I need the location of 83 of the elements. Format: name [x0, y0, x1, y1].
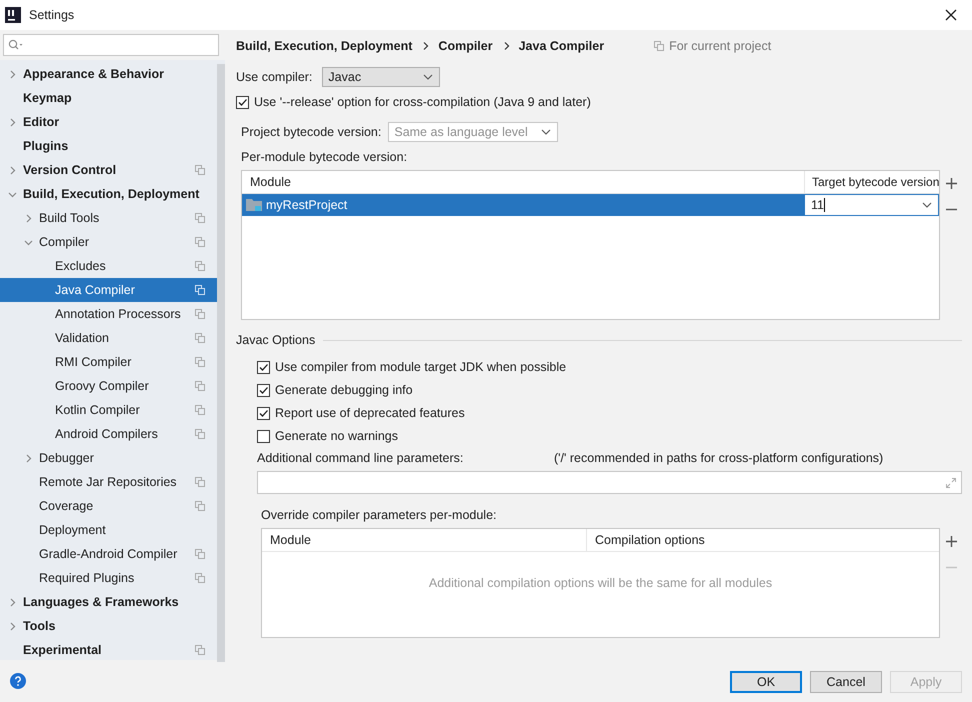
tree-item[interactable]: Annotation Processors — [0, 302, 217, 326]
tree-item[interactable]: Build, Execution, Deployment — [0, 182, 217, 206]
tree-item[interactable]: Experimental — [0, 638, 217, 662]
tree-item[interactable]: Groovy Compiler — [0, 374, 217, 398]
app-icon — [5, 7, 21, 23]
checkbox-label: Report use of deprecated features — [275, 406, 465, 420]
help-icon[interactable] — [10, 673, 26, 689]
parameters-field[interactable] — [257, 471, 962, 494]
dialog-button[interactable]: OK — [730, 670, 802, 692]
empty-text: Additional compilation options will be the same for all modules — [428, 576, 772, 590]
checkbox-label: Use compiler from module target JDK when possible — [275, 360, 566, 374]
add-icon[interactable] — [946, 178, 956, 189]
breadcrumb-item[interactable]: Compiler — [438, 39, 493, 53]
tree-item[interactable]: Kotlin Compiler — [0, 398, 217, 422]
field-label: Project bytecode version: — [241, 125, 382, 139]
tree-item[interactable]: Compiler — [0, 230, 217, 254]
caret-icon — [922, 202, 932, 208]
chevron-down-icon[interactable] — [24, 238, 33, 246]
tree-item[interactable]: Languages & Frameworks — [0, 590, 217, 614]
hint-text: ('/' recommended in paths for cross-platform configurations) — [554, 451, 884, 465]
tree-item[interactable]: Editor — [0, 110, 217, 134]
tree-item[interactable]: Plugins — [0, 134, 217, 158]
chevron-right-icon[interactable] — [8, 598, 17, 606]
checkbox-label: Generate no warnings — [275, 429, 398, 443]
column-header[interactable]: Module — [262, 529, 587, 551]
chevron-right-icon[interactable] — [8, 118, 17, 126]
tree-item[interactable]: Appearance & Behavior — [0, 62, 217, 86]
breadcrumb-item[interactable]: Java Compiler — [518, 39, 604, 53]
tree-item[interactable]: Version Control — [0, 158, 217, 182]
chevron-right-icon[interactable] — [8, 166, 17, 174]
tree-item[interactable]: Required Plugins — [0, 566, 217, 590]
tree-item[interactable]: Validation — [0, 326, 217, 350]
field-label: Use compiler: — [236, 70, 312, 84]
scope-label: For current project — [669, 39, 772, 53]
checkbox-label: Use '--release' option for cross-compilation (Java 9 and later) — [254, 95, 591, 109]
checkbox[interactable] — [257, 360, 270, 374]
checkbox[interactable] — [257, 406, 270, 420]
checkbox-label: Generate debugging info — [275, 383, 413, 397]
field-label: Additional command line parameters: — [257, 451, 464, 465]
folder-icon — [246, 198, 262, 212]
tree-item[interactable]: Tools — [0, 614, 217, 638]
close-icon[interactable] — [945, 9, 957, 21]
dialog-button[interactable]: Cancel — [810, 670, 882, 692]
scrollbar[interactable] — [217, 64, 225, 662]
tree-item[interactable]: Debugger — [0, 446, 217, 470]
tree-item[interactable]: RMI Compiler — [0, 350, 217, 374]
column-header[interactable]: Target bytecode version — [804, 171, 939, 193]
tree-item[interactable]: Excludes — [0, 254, 217, 278]
chevron-right-icon[interactable] — [8, 70, 17, 78]
caret-icon — [423, 74, 434, 80]
chevron-down-icon[interactable] — [8, 190, 17, 198]
search-field[interactable] — [3, 34, 219, 56]
tree-item[interactable]: Coverage — [0, 494, 217, 518]
section-label: Override compiler parameters per-module: — [261, 508, 498, 522]
tree-item[interactable]: Remote Jar Repositories — [0, 470, 217, 494]
search-icon — [8, 39, 24, 51]
window-title: Settings — [29, 8, 76, 22]
tree-item[interactable]: Android Compilers — [0, 422, 217, 446]
chevron-right-icon[interactable] — [24, 214, 33, 222]
chevron-right-icon — [423, 42, 430, 50]
expand-icon[interactable] — [946, 478, 956, 488]
caret-icon — [541, 129, 552, 135]
table-cell[interactable]: myRestProject — [242, 194, 804, 216]
column-header[interactable]: Compilation options — [587, 529, 939, 551]
compiler-dropdown[interactable]: Javac — [322, 67, 440, 87]
checkbox[interactable] — [257, 384, 270, 396]
version-dropdown[interactable]: 11 — [804, 194, 939, 216]
chevron-right-icon[interactable] — [8, 622, 17, 630]
group-title: Javac Options — [236, 333, 316, 347]
breadcrumb-item[interactable]: Build, Execution, Deployment — [236, 39, 412, 53]
tree-item[interactable]: Deployment — [0, 518, 217, 542]
checkbox[interactable] — [236, 96, 249, 108]
tree-item[interactable]: Gradle-Android Compiler — [0, 542, 217, 566]
tree-item[interactable]: Build Tools — [0, 206, 217, 230]
section-label: Per-module bytecode version: — [241, 150, 408, 164]
add-icon[interactable] — [946, 536, 956, 547]
copy-icon — [654, 41, 664, 51]
chevron-right-icon[interactable] — [24, 454, 33, 462]
chevron-right-icon — [504, 42, 510, 50]
column-header[interactable]: Module — [242, 171, 804, 193]
tree-item[interactable]: Keymap — [0, 86, 217, 110]
checkbox[interactable] — [257, 430, 270, 442]
tree-item[interactable]: Java Compiler — [0, 278, 217, 302]
